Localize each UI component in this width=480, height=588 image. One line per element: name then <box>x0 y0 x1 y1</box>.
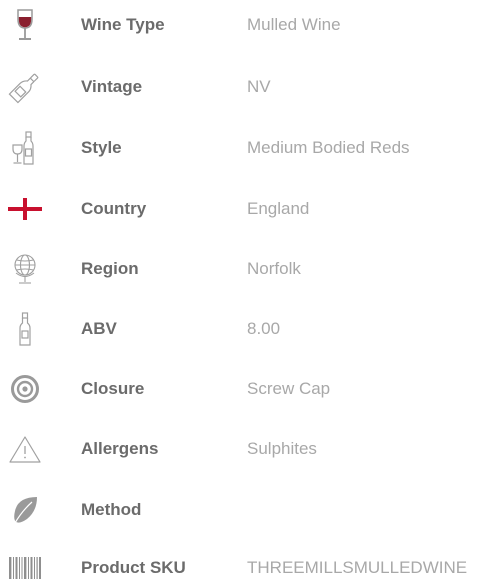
spec-value: Norfolk <box>247 259 301 278</box>
spec-value: Screw Cap <box>247 379 331 398</box>
spec-value: 8.00 <box>247 319 281 338</box>
spec-value: Sulphites <box>247 439 317 458</box>
england-flag-icon <box>8 192 42 226</box>
small-bottle-icon <box>8 312 42 346</box>
spec-label: Allergens <box>81 439 159 458</box>
spec-row-wine-type: Wine Type Mulled Wine <box>0 5 480 45</box>
barcode-icon <box>8 551 42 585</box>
spec-label: Product SKU <box>81 558 186 577</box>
spec-value: THREEMILLSMULLEDWINE <box>247 558 468 577</box>
spec-value: England <box>247 199 310 218</box>
spec-value: Medium Bodied Reds <box>247 138 410 157</box>
bottle-and-glass-icon <box>8 131 42 165</box>
wine-spec-list: Wine Type Mulled Wine Vintage NV Style M… <box>0 0 480 583</box>
spec-label: Style <box>81 138 122 157</box>
spec-label: Wine Type <box>81 15 165 34</box>
spec-row-country: Country England <box>0 189 480 229</box>
globe-icon <box>8 252 42 286</box>
spec-label: Vintage <box>81 77 143 96</box>
spec-value: NV <box>247 77 271 96</box>
warning-icon <box>8 432 42 466</box>
spec-row-method: Method <box>0 490 480 530</box>
wine-glass-icon <box>8 8 42 42</box>
spec-row-allergens: Allergens Sulphites <box>0 429 480 469</box>
spec-label: Region <box>81 259 139 278</box>
spec-label: Method <box>81 500 142 519</box>
closure-ring-icon <box>8 372 42 406</box>
spec-row-style: Style Medium Bodied Reds <box>0 128 480 168</box>
spec-label: ABV <box>81 319 117 338</box>
spec-row-abv: ABV 8.00 <box>0 309 480 349</box>
spec-value: Mulled Wine <box>247 15 341 34</box>
leaf-icon <box>8 493 42 527</box>
bottle-icon <box>8 70 42 104</box>
spec-row-region: Region Norfolk <box>0 249 480 289</box>
spec-row-vintage: Vintage NV <box>0 67 480 107</box>
spec-label: Country <box>81 199 147 218</box>
spec-row-product-sku: Product SKU THREEMILLSMULLEDWINE <box>0 548 480 588</box>
spec-row-closure: Closure Screw Cap <box>0 369 480 409</box>
spec-label: Closure <box>81 379 145 398</box>
